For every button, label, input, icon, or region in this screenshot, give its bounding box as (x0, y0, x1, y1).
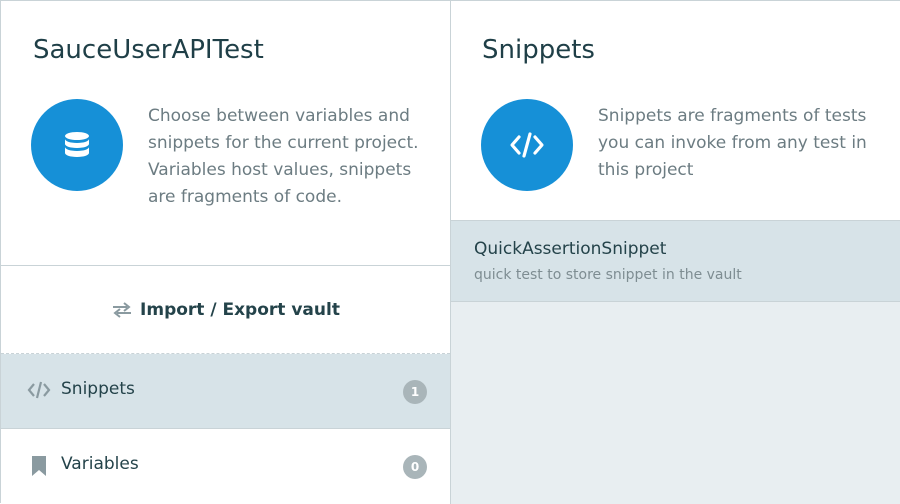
vault-sidebar: SauceUserAPITest Choose between variable… (1, 1, 451, 504)
import-export-button[interactable]: Import / Export vault (1, 266, 451, 354)
page-title: Snippets (482, 35, 595, 65)
count-badge: 0 (403, 455, 427, 479)
sidebar-item-label: Variables (61, 454, 139, 474)
count-badge: 1 (403, 380, 427, 404)
sidebar-item-snippets[interactable]: Snippets 1 (1, 354, 450, 428)
bookmark-icon (31, 455, 47, 477)
vault-window: SauceUserAPITest Choose between variable… (0, 0, 900, 504)
sidebar-item-variables[interactable]: Variables 0 (1, 429, 450, 503)
swap-arrows-icon (112, 302, 132, 318)
database-icon (31, 99, 123, 191)
sidebar-item-label: Snippets (61, 379, 135, 399)
snippets-header: Snippets Snippets are fragments of tests… (451, 1, 900, 220)
snippets-panel: Snippets Snippets are fragments of tests… (451, 1, 900, 504)
snippet-description: quick test to store snippet in the vault (474, 267, 742, 283)
project-title: SauceUserAPITest (33, 35, 264, 65)
list-item[interactable]: QuickAssertionSnippet quick test to stor… (451, 220, 900, 302)
code-icon (481, 99, 573, 191)
snippet-name: QuickAssertionSnippet (474, 239, 667, 259)
code-icon (27, 381, 51, 399)
snippets-description: Snippets are fragments of tests you can … (598, 106, 867, 180)
vault-description: Choose between variables and snippets fo… (148, 106, 419, 207)
import-export-label: Import / Export vault (140, 300, 340, 320)
